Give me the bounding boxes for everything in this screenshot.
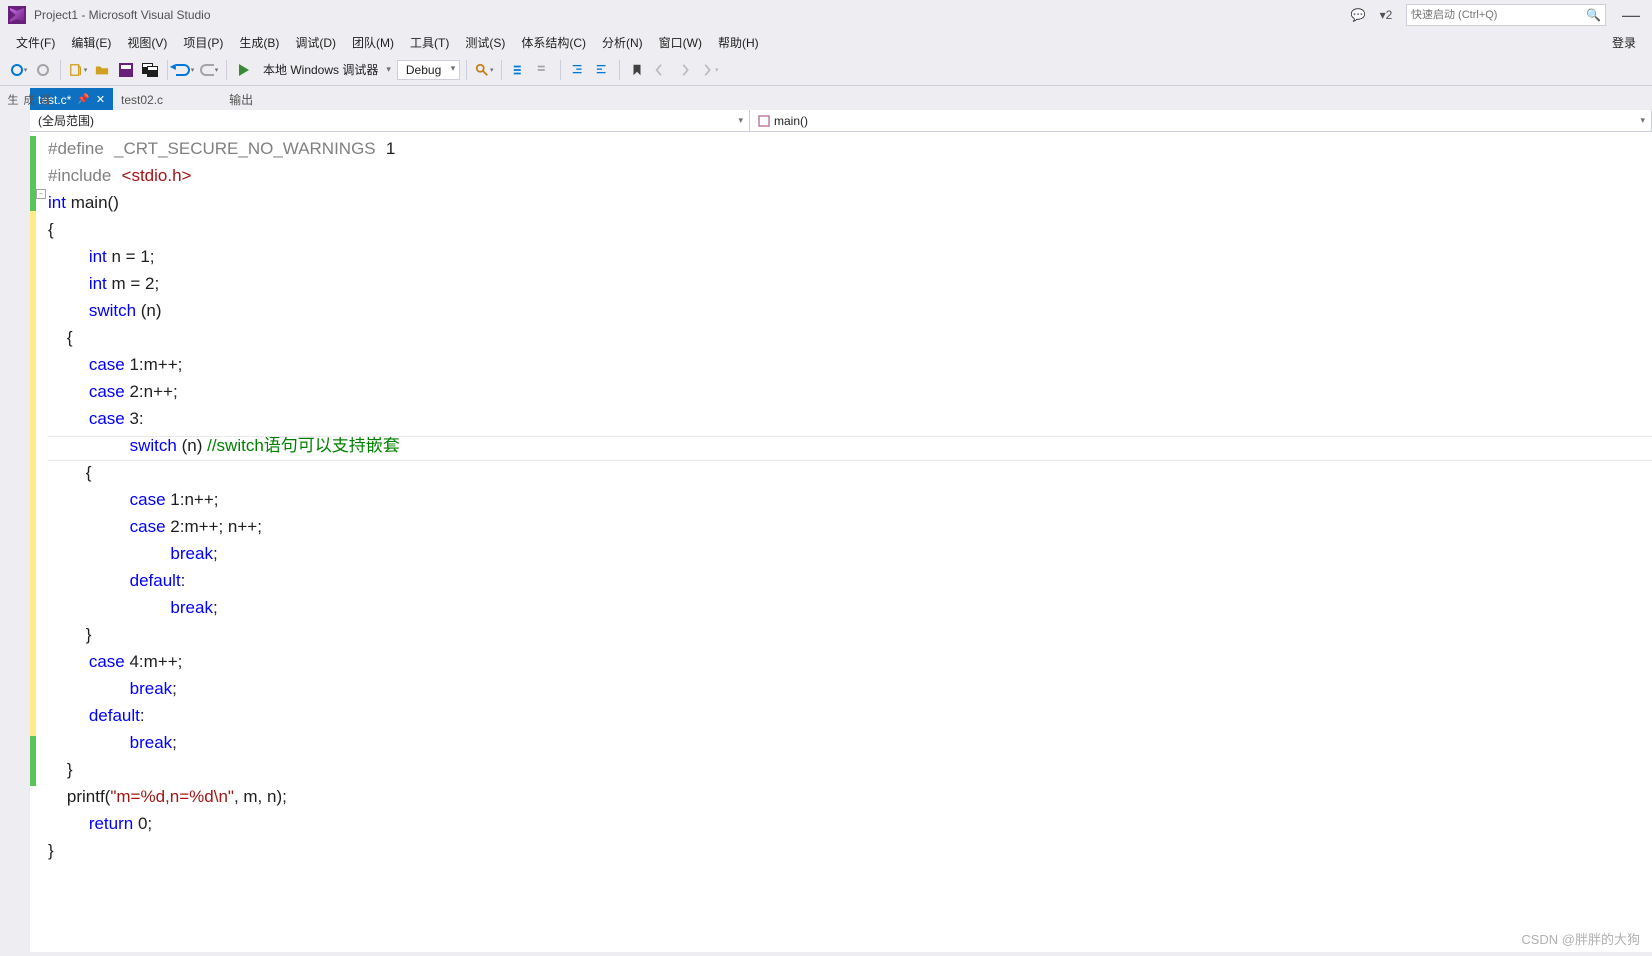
prev-bookmark-button[interactable] xyxy=(650,59,672,81)
redo-button[interactable] xyxy=(198,59,220,81)
menu-arch[interactable]: 体系结构(C) xyxy=(515,32,592,53)
vs-logo-icon xyxy=(8,6,26,24)
menu-debug[interactable]: 调试(D) xyxy=(289,32,342,53)
menu-window[interactable]: 窗口(W) xyxy=(653,32,708,53)
config-selector[interactable]: Debug xyxy=(397,60,460,80)
menu-help[interactable]: 帮助(H) xyxy=(712,32,765,53)
pin-icon[interactable]: 📌 xyxy=(77,94,89,105)
tab-output-label: 输出 xyxy=(229,91,253,108)
tab-second[interactable]: test02.c xyxy=(113,88,171,110)
watermark: CSDN @胖胖的大狗 xyxy=(1521,929,1640,948)
close-icon[interactable]: ✕ xyxy=(96,93,105,106)
new-project-button[interactable] xyxy=(8,59,30,81)
menu-view[interactable]: 视图(V) xyxy=(121,32,173,53)
start-debug-button[interactable] xyxy=(233,59,255,81)
scope-label: (全局范围) xyxy=(38,112,94,129)
menu-team[interactable]: 团队(M) xyxy=(346,32,400,53)
code-content[interactable]: #define _CRT_SECURE_NO_WARNINGS 1 #inclu… xyxy=(30,132,1652,869)
indent-button[interactable] xyxy=(567,59,589,81)
notifications-count: 2 xyxy=(1386,8,1393,22)
tab-output[interactable]: 输出 xyxy=(221,88,261,110)
side-panel-tab[interactable]: 生成器 xyxy=(2,88,54,111)
quick-launch-input[interactable] xyxy=(1411,9,1586,21)
nav-row: (全局范围) main() xyxy=(30,110,1652,132)
fold-icon[interactable]: − xyxy=(36,189,46,199)
gutter: − xyxy=(30,132,44,952)
menu-edit[interactable]: 编辑(E) xyxy=(65,32,117,53)
menu-analyze[interactable]: 分析(N) xyxy=(596,32,649,53)
add-item-button[interactable] xyxy=(67,59,89,81)
outdent-button[interactable] xyxy=(591,59,613,81)
menu-file[interactable]: 文件(F) xyxy=(10,32,61,53)
undo-button[interactable] xyxy=(174,59,196,81)
next-bookmark-button[interactable] xyxy=(674,59,696,81)
quick-launch[interactable]: 🔍 xyxy=(1406,4,1606,26)
save-all-button[interactable] xyxy=(139,59,161,81)
member-dropdown[interactable]: main() xyxy=(750,110,1652,131)
menu-build[interactable]: 生成(B) xyxy=(233,32,285,53)
title-bar: Project1 - Microsoft Visual Studio 💬 ▾2 … xyxy=(0,0,1652,30)
tab-strip: 生成器 test.c* 📌 ✕ test02.c 输出 xyxy=(0,86,1652,110)
menu-test[interactable]: 测试(S) xyxy=(459,32,511,53)
member-label: main() xyxy=(774,114,808,128)
debugger-label[interactable]: 本地 Windows 调试器 xyxy=(257,61,384,78)
find-button[interactable] xyxy=(473,59,495,81)
menu-bar: 文件(F) 编辑(E) 视图(V) 项目(P) 生成(B) 调试(D) 团队(M… xyxy=(0,30,1652,54)
scope-dropdown[interactable]: (全局范围) xyxy=(30,110,750,131)
open-file-button[interactable] xyxy=(91,59,113,81)
menu-tools[interactable]: 工具(T) xyxy=(404,32,455,53)
clear-bookmarks-button[interactable] xyxy=(698,59,720,81)
minimize-button[interactable]: — xyxy=(1618,5,1644,26)
uncomment-button[interactable] xyxy=(532,59,554,81)
save-button[interactable] xyxy=(115,59,137,81)
comment-button[interactable] xyxy=(508,59,530,81)
window-title: Project1 - Microsoft Visual Studio xyxy=(34,8,211,22)
bookmark-button[interactable] xyxy=(626,59,648,81)
menu-project[interactable]: 项目(P) xyxy=(177,32,229,53)
notifications-icon[interactable]: ▾2 xyxy=(1378,7,1394,23)
tab-second-label: test02.c xyxy=(121,93,163,107)
feedback-icon[interactable]: 💬 xyxy=(1350,7,1366,23)
toolbar: 本地 Windows 调试器 ▾ Debug xyxy=(0,54,1652,86)
search-icon[interactable]: 🔍 xyxy=(1586,8,1601,22)
sign-in-button[interactable]: 登录 xyxy=(1606,32,1642,53)
code-editor[interactable]: − #define _CRT_SECURE_NO_WARNINGS 1 #inc… xyxy=(30,132,1652,952)
back-button[interactable] xyxy=(32,59,54,81)
